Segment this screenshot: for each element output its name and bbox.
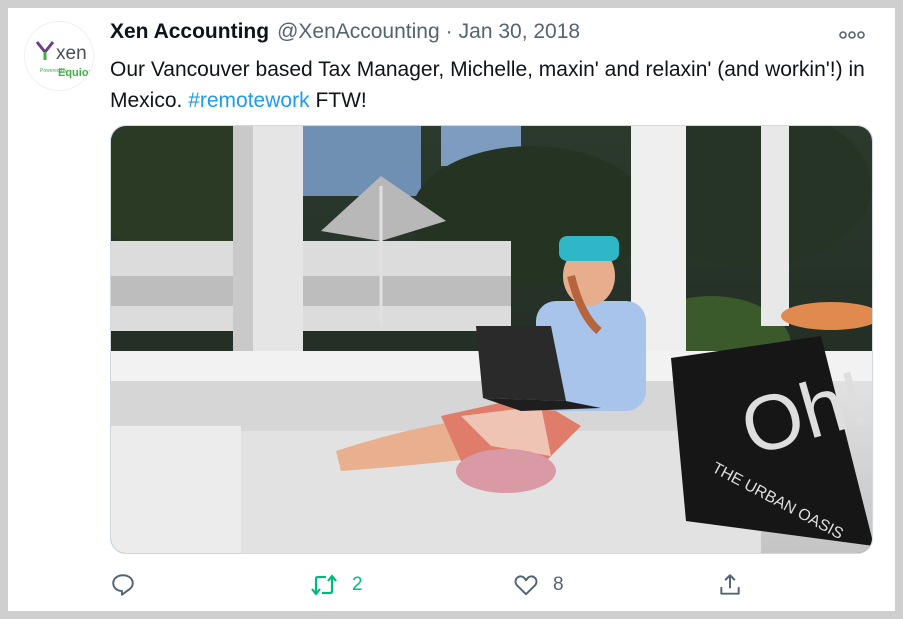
tweet-photo[interactable]: Oh! THE URBAN OASIS: [110, 125, 873, 554]
like-button[interactable]: 8: [513, 570, 564, 600]
reply-icon: [110, 572, 136, 598]
hashtag-link[interactable]: #remotework: [188, 89, 309, 112]
avatar[interactable]: xen Powered by Equiom: [24, 21, 94, 91]
separator-dot: ·: [445, 20, 453, 43]
tweet-actions: 2 8: [110, 570, 873, 600]
share-button[interactable]: [717, 570, 743, 600]
more-icon[interactable]: [835, 20, 869, 50]
reply-button[interactable]: [110, 570, 150, 600]
avatar-logo-text: xen: [56, 43, 87, 64]
retweet-count: 2: [352, 574, 363, 595]
retweet-icon: [310, 572, 338, 598]
like-count: 8: [553, 574, 564, 595]
avatar-brand: Equiom: [58, 67, 94, 79]
tweet-text: Our Vancouver based Tax Manager, Michell…: [110, 54, 880, 116]
tweet-card: xen Powered by Equiom Xen Accounting @Xe…: [8, 8, 895, 611]
share-icon: [717, 572, 743, 598]
tweet-date[interactable]: Jan 30, 2018: [459, 20, 580, 44]
tweet-header: Xen Accounting @XenAccounting · Jan 30, …: [110, 20, 875, 50]
like-icon: [513, 572, 539, 598]
author-handle[interactable]: @XenAccounting: [277, 20, 440, 44]
author-name[interactable]: Xen Accounting: [110, 20, 269, 44]
tweet-text-tail: FTW!: [315, 89, 367, 112]
retweet-button[interactable]: 2: [310, 570, 363, 600]
